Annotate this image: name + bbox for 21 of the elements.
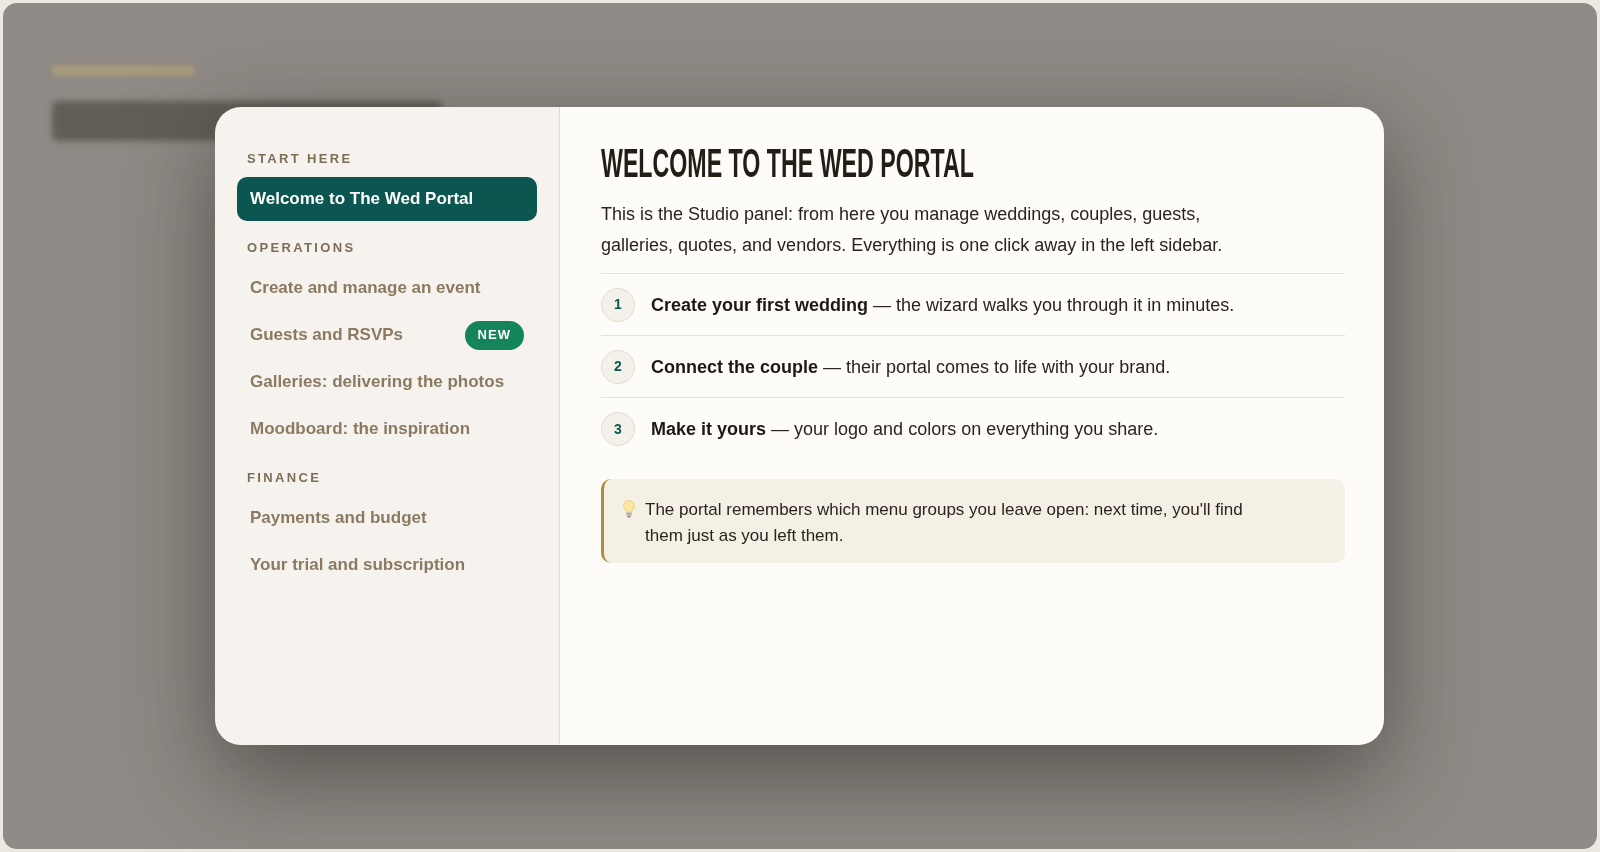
dialog-title: WELCOME TO THE WED PORTAL <box>601 141 974 185</box>
step-number: 2 <box>601 349 635 384</box>
sidebar-item[interactable]: Galleries: delivering the photos <box>237 360 537 404</box>
sidebar-item[interactable]: Guests and RSVPs NEW <box>237 313 537 357</box>
step-text: Create your first wedding — the wizard walks you through it in minutes. <box>651 293 1235 317</box>
sidebar-item[interactable]: Your trial and subscription <box>237 543 537 587</box>
tip-text: The portal remembers which menu groups you leave open: next time, you'll find them just as you left them. <box>645 499 1244 547</box>
section-label: START HERE <box>246 151 354 167</box>
sidebar-item[interactable]: Welcome to The Wed Portal <box>237 177 537 221</box>
sidebar-item[interactable]: Moodboard: the inspiration <box>237 407 537 451</box>
sidebar-item[interactable]: Create and manage an event <box>237 266 537 310</box>
section-label: FINANCE <box>246 470 323 486</box>
intro-paragraph: This is the Studio panel: from here you manage weddings, couples, guests, galleries, quotes, and vendors. Everything is one click away in the left sidebar. <box>601 203 1224 257</box>
step-number: 3 <box>601 412 635 446</box>
step-number: 1 <box>601 287 635 322</box>
section-label: OPERATIONS <box>246 240 357 256</box>
step-text: Connect the couple — their portal comes to life with your brand. <box>651 355 1171 379</box>
step-text: Make it yours — your logo and colors on everything you share. <box>651 418 1159 441</box>
sidebar-item[interactable]: Payments and budget <box>237 496 537 540</box>
lightbulb-icon <box>623 500 635 518</box>
new-badge: NEW <box>464 320 524 350</box>
